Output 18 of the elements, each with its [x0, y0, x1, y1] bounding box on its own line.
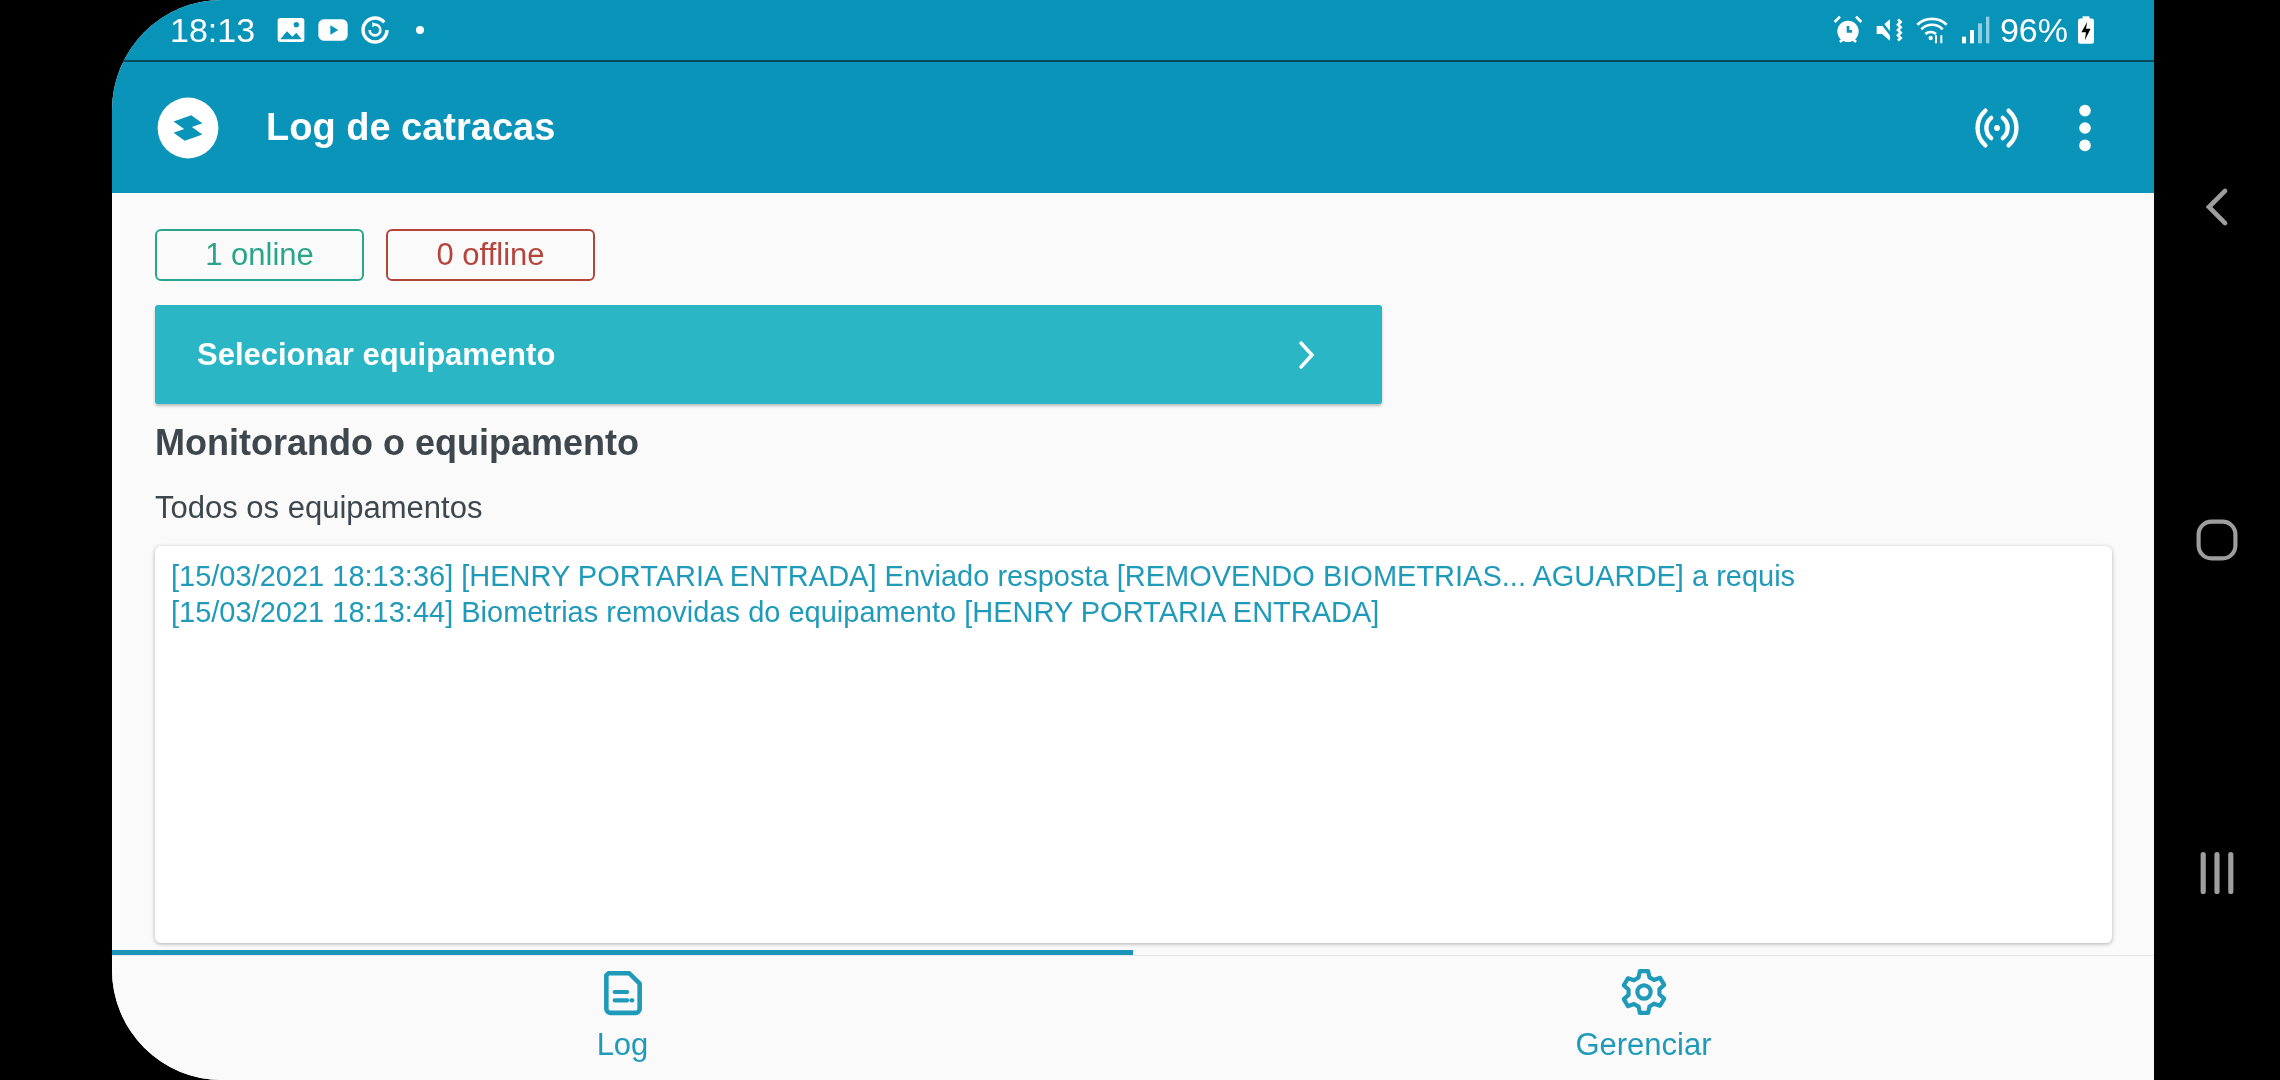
logo-icon [156, 95, 220, 160]
battery-percent: 96% [1999, 10, 2068, 50]
select-equipment-button[interactable]: Selecionar equipamento [155, 305, 1382, 404]
battery-charging-icon [2078, 16, 2094, 44]
status-badge: 1 online [155, 229, 364, 281]
clock: 18:13 [170, 10, 256, 50]
home-icon[interactable] [2194, 517, 2240, 563]
equipment-subtitle: Todos os equipamentos [155, 490, 484, 526]
chevron-right-icon [1296, 339, 1316, 370]
section-heading: Monitorando o equipamento [155, 422, 640, 464]
bottom-tab[interactable]: Gerenciar [1133, 950, 2154, 1080]
log-line: [15/03/2021 18:13:36] [HENRY PORTARIA ENTRADA] Enviado resposta [REMOVENDO BIOMETRIAS... AGUARDE] a requis [171, 559, 1797, 594]
bottom-tab[interactable]: Log [112, 950, 1133, 1080]
app-title: Log de catracas [266, 106, 556, 149]
notification-dot-icon [415, 25, 426, 35]
log-line: [15/03/2021 18:13:44] Biometrias removidas do equipamento [HENRY PORTARIA ENTRADA] [171, 595, 1381, 630]
status-badge: 0 offline [386, 229, 595, 281]
sync-icon [359, 14, 392, 46]
